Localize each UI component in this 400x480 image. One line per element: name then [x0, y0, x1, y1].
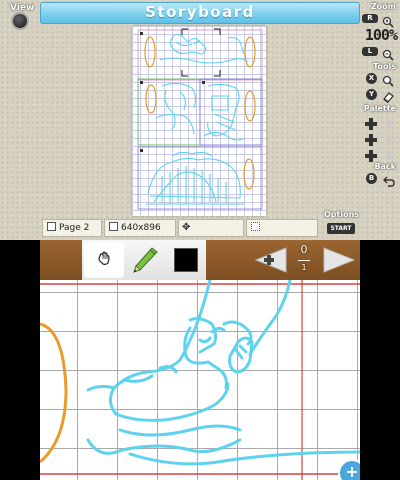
back-label: Back — [374, 162, 396, 171]
page-icon — [47, 222, 56, 231]
dpad-icon[interactable] — [365, 147, 377, 162]
arrow-up-icon — [383, 115, 395, 129]
start-button[interactable]: START — [327, 223, 355, 234]
selection-icon — [251, 222, 260, 231]
top-screen: View Storyboard Zoom R 100% L Tools X Y … — [0, 0, 400, 240]
options-label: Options — [324, 210, 360, 219]
dpad-icon[interactable] — [365, 115, 377, 130]
next-frame-button[interactable] — [322, 246, 356, 274]
frame-total: 1 — [301, 263, 307, 272]
eraser-icon[interactable] — [382, 88, 394, 103]
zoom-plus-button[interactable]: + — [340, 461, 360, 480]
hand-icon — [98, 251, 110, 265]
pen-tool-button[interactable] — [126, 242, 162, 278]
frame-divider — [298, 260, 310, 261]
l-button-icon[interactable]: L — [362, 47, 378, 56]
current-color-swatch[interactable] — [174, 248, 198, 272]
b-button-icon[interactable]: B — [366, 173, 377, 184]
move-icon: ✥ — [182, 222, 191, 233]
circle-pad-icon — [13, 14, 27, 28]
size-field: 640x896 — [104, 219, 176, 237]
move-field: ✥ — [178, 219, 244, 237]
view-button[interactable]: View — [4, 2, 36, 32]
frame-current: 0 — [300, 243, 308, 256]
palette-label: Palette — [363, 104, 396, 113]
previous-frame-button[interactable] — [254, 246, 288, 274]
x-button-icon[interactable]: X — [366, 73, 377, 84]
selection-field — [246, 219, 318, 237]
page-indicator: Page 2 — [59, 223, 90, 233]
page-field: Page 2 — [42, 219, 102, 237]
arrow-left-icon — [254, 247, 287, 273]
tools-label: Tools — [373, 62, 396, 71]
sparkle-icon — [383, 131, 395, 146]
dpad-icon[interactable] — [365, 131, 377, 146]
zoom-in-icon[interactable] — [382, 13, 394, 28]
canvas-drawing — [40, 280, 360, 480]
title-bar: Storyboard — [40, 2, 360, 24]
arrow-down-icon — [383, 147, 395, 161]
canvas-size-icon — [109, 222, 118, 231]
drawing-canvas[interactable] — [40, 280, 360, 480]
view-label: View — [10, 3, 35, 13]
undo-icon[interactable] — [383, 172, 395, 187]
r-button-icon[interactable]: R — [362, 14, 378, 23]
y-button-icon[interactable]: Y — [366, 89, 377, 100]
storyboard-page-preview[interactable] — [132, 26, 266, 216]
zoom-label: Zoom — [370, 2, 396, 11]
pencil-icon — [133, 247, 158, 273]
zoom-out-icon[interactable] — [382, 46, 394, 61]
page-title: Storyboard — [145, 3, 255, 21]
zoom-level: 100% — [364, 26, 398, 44]
canvas-size: 640x896 — [121, 223, 161, 233]
hand-tool-button[interactable] — [84, 242, 124, 278]
magnifier-icon[interactable] — [382, 72, 394, 87]
arrow-right-icon — [323, 247, 356, 273]
storyboard-drawing — [137, 28, 263, 210]
bottom-screen: 0 1 + — [40, 240, 360, 480]
